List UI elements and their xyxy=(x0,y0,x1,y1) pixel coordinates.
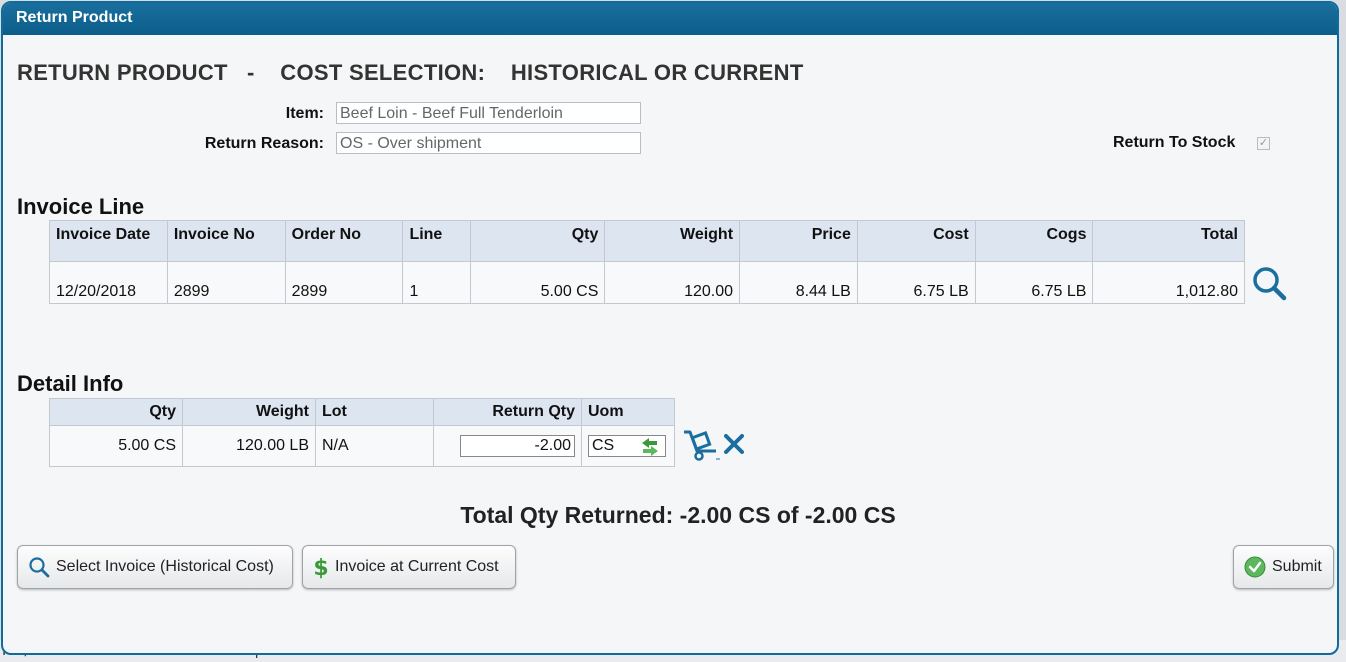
cell-invoice-date: 12/20/2018 xyxy=(49,261,168,304)
table-row[interactable]: 12/20/2018 2899 2899 1 5.00 CS 120.00 8.… xyxy=(49,261,1245,304)
col-qty: Qty xyxy=(469,220,606,262)
dialog-titlebar[interactable]: Return Product xyxy=(3,3,1337,35)
return-qty-input[interactable]: -2.00 xyxy=(460,435,575,457)
return-to-stock-checkbox[interactable]: ✓ xyxy=(1257,137,1270,150)
col-order-no: Order No xyxy=(284,220,404,262)
submit-button[interactable]: Submit xyxy=(1233,545,1334,589)
cart-icon[interactable] xyxy=(682,429,720,461)
invoice-line-table: Invoice Date Invoice No Order No Line Qt… xyxy=(49,220,1245,304)
cell-order-no: 2899 xyxy=(284,261,404,304)
col-invoice-date: Invoice Date xyxy=(49,220,168,262)
close-icon[interactable] xyxy=(723,433,745,455)
cell-qty: 5.00 CS xyxy=(469,261,606,304)
table-header-row: Qty Weight Lot Return Qty Uom xyxy=(49,398,675,426)
cell-cogs: 6.75 LB xyxy=(974,261,1094,304)
col-detail-weight: Weight xyxy=(182,398,316,426)
col-detail-lot: Lot xyxy=(315,398,434,426)
col-invoice-no: Invoice No xyxy=(166,220,286,262)
current-cost-label: Invoice at Current Cost xyxy=(335,558,499,575)
cell-invoice-no: 2899 xyxy=(166,261,286,304)
col-cogs: Cogs xyxy=(974,220,1094,262)
select-invoice-label: Select Invoice (Historical Cost) xyxy=(56,558,274,575)
return-product-dialog: Return Product RETURN PRODUCT - COST SEL… xyxy=(1,1,1339,655)
col-detail-qty: Qty xyxy=(49,398,183,426)
col-line: Line xyxy=(402,220,471,262)
check-circle-icon xyxy=(1244,556,1266,578)
detail-info-table: Qty Weight Lot Return Qty Uom 5.00 CS 12… xyxy=(49,398,675,467)
col-price: Price xyxy=(739,220,858,262)
invoice-line-heading: Invoice Line xyxy=(17,194,145,219)
item-field[interactable]: Beef Loin - Beef Full Tenderloin xyxy=(336,102,641,124)
swap-icon[interactable] xyxy=(639,437,661,457)
cell-detail-weight: 120.00 LB xyxy=(182,425,316,467)
search-icon[interactable] xyxy=(1251,265,1287,301)
cell-total: 1,012.80 xyxy=(1092,261,1245,304)
col-detail-uom: Uom xyxy=(581,398,675,426)
select-invoice-historical-button[interactable]: Select Invoice (Historical Cost) xyxy=(17,545,293,589)
invoice-current-cost-button[interactable]: $ Invoice at Current Cost xyxy=(302,545,516,589)
col-weight: Weight xyxy=(604,220,741,262)
cell-return-qty: -2.00 xyxy=(433,425,582,467)
total-qty-returned: Total Qty Returned: -2.00 CS of -2.00 CS xyxy=(460,502,896,528)
col-detail-return-qty: Return Qty xyxy=(433,398,582,426)
item-label: Item: xyxy=(285,105,324,122)
cell-detail-qty: 5.00 CS xyxy=(49,425,183,467)
dollar-icon: $ xyxy=(313,556,328,579)
uom-value: CS xyxy=(592,437,615,454)
search-icon xyxy=(29,557,50,578)
cell-weight: 120.00 xyxy=(604,261,741,304)
col-total: Total xyxy=(1092,220,1245,262)
cell-detail-lot: N/A xyxy=(315,425,434,467)
return-reason-label: Return Reason: xyxy=(204,135,324,152)
cell-line: 1 xyxy=(402,261,471,304)
svg-text:$: $ xyxy=(313,556,328,579)
detail-info-heading: Detail Info xyxy=(17,371,124,396)
col-cost: Cost xyxy=(856,220,976,262)
return-reason-field[interactable]: OS - Over shipment xyxy=(336,132,641,154)
table-header-row: Invoice Date Invoice No Order No Line Qt… xyxy=(49,220,1245,262)
cell-price: 8.44 LB xyxy=(739,261,858,304)
uom-select[interactable]: CS xyxy=(588,435,666,457)
page-title: RETURN PRODUCT - COST SELECTION: HISTORI… xyxy=(17,60,804,85)
table-row: 5.00 CS 120.00 LB N/A -2.00 CS xyxy=(49,425,675,467)
return-to-stock-label: Return To Stock xyxy=(1113,134,1236,151)
cell-cost: 6.75 LB xyxy=(856,261,976,304)
cell-uom: CS xyxy=(581,425,675,467)
submit-label: Submit xyxy=(1272,558,1322,575)
